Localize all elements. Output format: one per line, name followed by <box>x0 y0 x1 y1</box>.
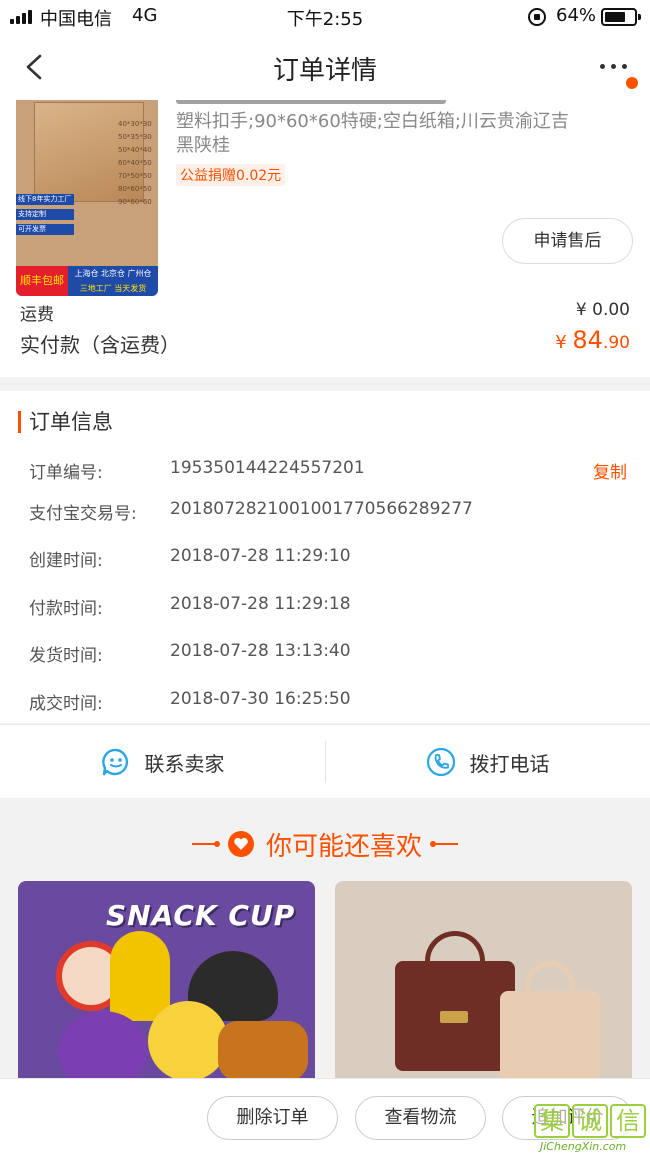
contact-seller-button[interactable]: 联系卖家 <box>0 725 325 799</box>
product-spec: 塑料扣手;90*60*60特硬;空白纸箱;川云贵渝辽吉黑陕桂 <box>176 111 569 156</box>
thumb-chip: 可开发票 <box>16 224 74 235</box>
shipping-label: 运费 <box>20 305 54 325</box>
order-info-row: 付款时间: 2018-07-28 11:29:18 <box>29 594 351 619</box>
order-info-title: 订单信息 <box>18 411 113 433</box>
bag-handle <box>425 931 485 971</box>
free-shipping-label: 顺丰包邮 <box>16 266 68 296</box>
nav-bar: 订单详情 <box>0 34 650 100</box>
bag-handle <box>525 961 575 995</box>
orientation-lock-icon <box>528 8 546 26</box>
battery-icon <box>601 8 641 26</box>
divider <box>430 841 458 847</box>
thumb-chip: 支持定制 <box>16 209 74 220</box>
chat-icon <box>101 748 128 776</box>
delete-order-button[interactable]: 删除订单 <box>207 1096 338 1140</box>
order-info-row: 创建时间: 2018-07-28 11:29:10 <box>29 546 351 571</box>
thumb-chip: 线下8年实力工厂 <box>16 194 74 205</box>
bag-image <box>500 991 600 1081</box>
warehouse-label: 上海仓 北京仓 广州仓 三地工厂 当天发货 <box>68 266 158 296</box>
battery-percent: 64% <box>556 5 597 26</box>
notification-dot <box>626 77 638 89</box>
recommend-card-snack-cup[interactable]: SNACK CUP <box>18 881 315 1081</box>
thumb-banner: 顺丰包邮 上海仓 北京仓 广州仓 三地工厂 当天发货 <box>16 266 158 296</box>
toy-figure <box>218 1021 308 1081</box>
toy-figure <box>110 931 170 1021</box>
contact-seller-label: 联系卖家 <box>144 751 225 776</box>
view-logistics-button[interactable]: 查看物流 <box>355 1096 486 1140</box>
order-info-row: 订单编号: 195350144224557201 复制 <box>29 458 627 483</box>
toy-figure <box>58 1011 148 1081</box>
after-sale-button[interactable]: 申请售后 <box>502 218 633 264</box>
order-info-row: 成交时间: 2018-07-30 16:25:50 <box>29 689 351 714</box>
heart-icon <box>227 831 254 857</box>
size-list: 40*30*30 50*35*30 50*40*40 60*40*50 70*5… <box>118 120 152 206</box>
bag-clasp <box>440 1011 468 1023</box>
order-info-section: 订单信息 订单编号: 195350144224557201 复制 支付宝交易号:… <box>0 391 650 723</box>
contact-bar: 联系卖家 拨打电话 <box>0 724 650 798</box>
page-title: 订单详情 <box>272 56 377 86</box>
status-time: 下午2:55 <box>286 9 364 30</box>
divider <box>191 841 220 847</box>
snack-cup-text: SNACK CUP <box>106 899 296 932</box>
product-thumbnail[interactable]: 40*30*30 50*35*30 50*40*40 60*40*50 70*5… <box>16 100 158 296</box>
call-phone-label: 拨打电话 <box>469 751 550 776</box>
phone-icon <box>426 747 455 777</box>
product-card: 40*30*30 50*35*30 50*40*40 60*40*50 70*5… <box>0 100 650 377</box>
product-title-cut <box>176 100 446 104</box>
status-bar: 中国电信 4G 下午2:55 64% <box>0 0 650 34</box>
shipping-value: ¥ 0.00 <box>575 300 630 320</box>
more-menu-icon[interactable] <box>600 64 627 69</box>
recommend-card-handbags[interactable] <box>335 881 632 1081</box>
watermark-logo: 集诚信 JiChengXin.com <box>534 1104 650 1155</box>
call-phone-button[interactable]: 拨打电话 <box>325 725 650 799</box>
recommend-header: 你可能还喜欢 <box>0 824 650 864</box>
toy-figure <box>148 1001 228 1081</box>
paid-amount: ¥ 84.90 <box>555 326 630 354</box>
order-info-row: 发货时间: 2018-07-28 13:13:40 <box>29 641 351 666</box>
copy-button[interactable]: 复制 <box>593 458 627 483</box>
paid-label: 实付款（含运费） <box>20 333 180 357</box>
recommend-title: 你可能还喜欢 <box>265 831 422 862</box>
order-info-row: 支付宝交易号: 2018072821001001770566289277 <box>29 499 473 524</box>
charity-badge: 公益捐赠0.02元 <box>176 164 286 186</box>
